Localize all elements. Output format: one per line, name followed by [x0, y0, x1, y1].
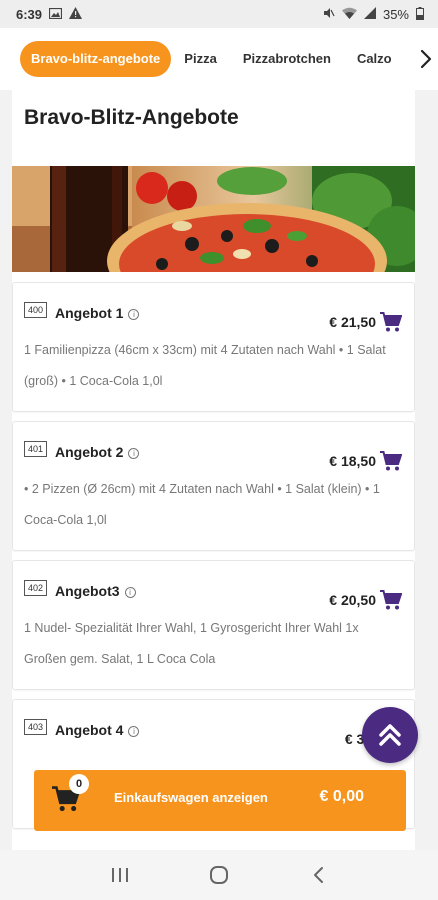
tab-pizzabrotchen[interactable]: Pizzabrotchen: [230, 41, 344, 77]
offers-list-panel: Bravo-Blitz-Angebote 400 Angebot 1 i € 2…: [12, 90, 415, 850]
chevron-right-icon: [420, 49, 432, 69]
back-button[interactable]: [298, 855, 338, 895]
item-name-text: Angebot 2: [55, 444, 124, 460]
back-icon: [314, 867, 324, 883]
info-icon[interactable]: i: [128, 725, 140, 737]
item-number: 401: [24, 441, 48, 457]
item-description: • 2 Pizzen (Ø 26cm) mit 4 Zutaten nach W…: [24, 482, 380, 527]
tab-pizza[interactable]: Pizza: [171, 41, 230, 77]
item-name[interactable]: Angebot3 i: [55, 583, 136, 599]
offer-item-1[interactable]: 400 Angebot 1 i € 21,50 1 Familienpizza (…: [12, 282, 415, 412]
status-left: 6:39: [16, 6, 83, 22]
pizza-banner-image: [12, 166, 415, 272]
system-nav-bar: [0, 850, 438, 900]
cart-total: € 0,00: [319, 788, 364, 805]
scroll-to-top-button[interactable]: [362, 707, 418, 763]
item-name-text: Angebot3: [55, 583, 120, 599]
add-to-cart-icon[interactable]: [380, 312, 403, 332]
item-name-text: Angebot 4: [55, 722, 124, 738]
item-description: 1 Nudel- Spezialität Ihrer Wahl, 1 Gyros…: [24, 621, 359, 666]
offers-list: 400 Angebot 1 i € 21,50 1 Familienpizza (…: [12, 282, 415, 838]
section-title: Bravo-Blitz-Angebote: [24, 106, 239, 129]
item-number: 403: [24, 719, 48, 735]
category-tabs: Bravo-blitz-angebote Pizza Pizzabrotchen…: [0, 28, 438, 90]
cart-count-badge: 0: [69, 774, 89, 794]
add-to-cart-icon[interactable]: [380, 590, 403, 610]
offer-item-3[interactable]: 402 Angebot3 i € 20,50 1 Nudel- Spezialit…: [12, 560, 415, 690]
recent-apps-icon: [111, 868, 128, 882]
offer-item-2[interactable]: 401 Angebot 2 i € 18,50 • 2 Pizzen (Ø 26c…: [12, 421, 415, 551]
item-name-text: Angebot 1: [55, 305, 124, 321]
item-number: 402: [24, 580, 48, 596]
add-to-cart-icon[interactable]: [380, 451, 403, 471]
view-cart-button[interactable]: Einkaufswagen anzeigen € 0,00: [34, 770, 406, 831]
status-right: 35%: [323, 6, 424, 22]
battery-percent: 35%: [382, 6, 409, 22]
recent-apps-button[interactable]: [100, 855, 140, 895]
info-icon[interactable]: i: [128, 447, 140, 459]
battery-icon: [416, 6, 424, 22]
item-description: 1 Familienpizza (46cm x 33cm) mit 4 Zuta…: [24, 343, 386, 388]
image-icon: [48, 7, 63, 21]
item-price: € 20,50: [329, 592, 376, 608]
info-icon[interactable]: i: [124, 586, 136, 598]
double-chevron-up-icon: [379, 724, 401, 746]
status-time: 6:39: [16, 6, 43, 22]
signal-icon: [363, 7, 376, 21]
item-number: 400: [24, 302, 48, 318]
info-icon[interactable]: i: [128, 308, 140, 320]
home-icon: [209, 866, 228, 884]
mute-icon: [323, 7, 335, 21]
tab-calzone[interactable]: Calzo: [344, 41, 405, 77]
item-price: € 21,50: [329, 314, 376, 330]
warning-icon: [69, 7, 83, 21]
cart-label: Einkaufswagen anzeigen: [114, 790, 268, 805]
tabs-scroll-right-button[interactable]: [414, 28, 438, 90]
item-name[interactable]: Angebot 2 i: [55, 444, 140, 460]
home-button[interactable]: [199, 855, 239, 895]
item-price: € 18,50: [329, 453, 376, 469]
item-name[interactable]: Angebot 4 i: [55, 722, 140, 738]
item-name[interactable]: Angebot 1 i: [55, 305, 140, 321]
tab-bravo-blitz-angebote[interactable]: Bravo-blitz-angebote: [20, 41, 172, 77]
status-bar: 6:39 35%: [0, 0, 438, 28]
wifi-icon: [341, 7, 357, 21]
